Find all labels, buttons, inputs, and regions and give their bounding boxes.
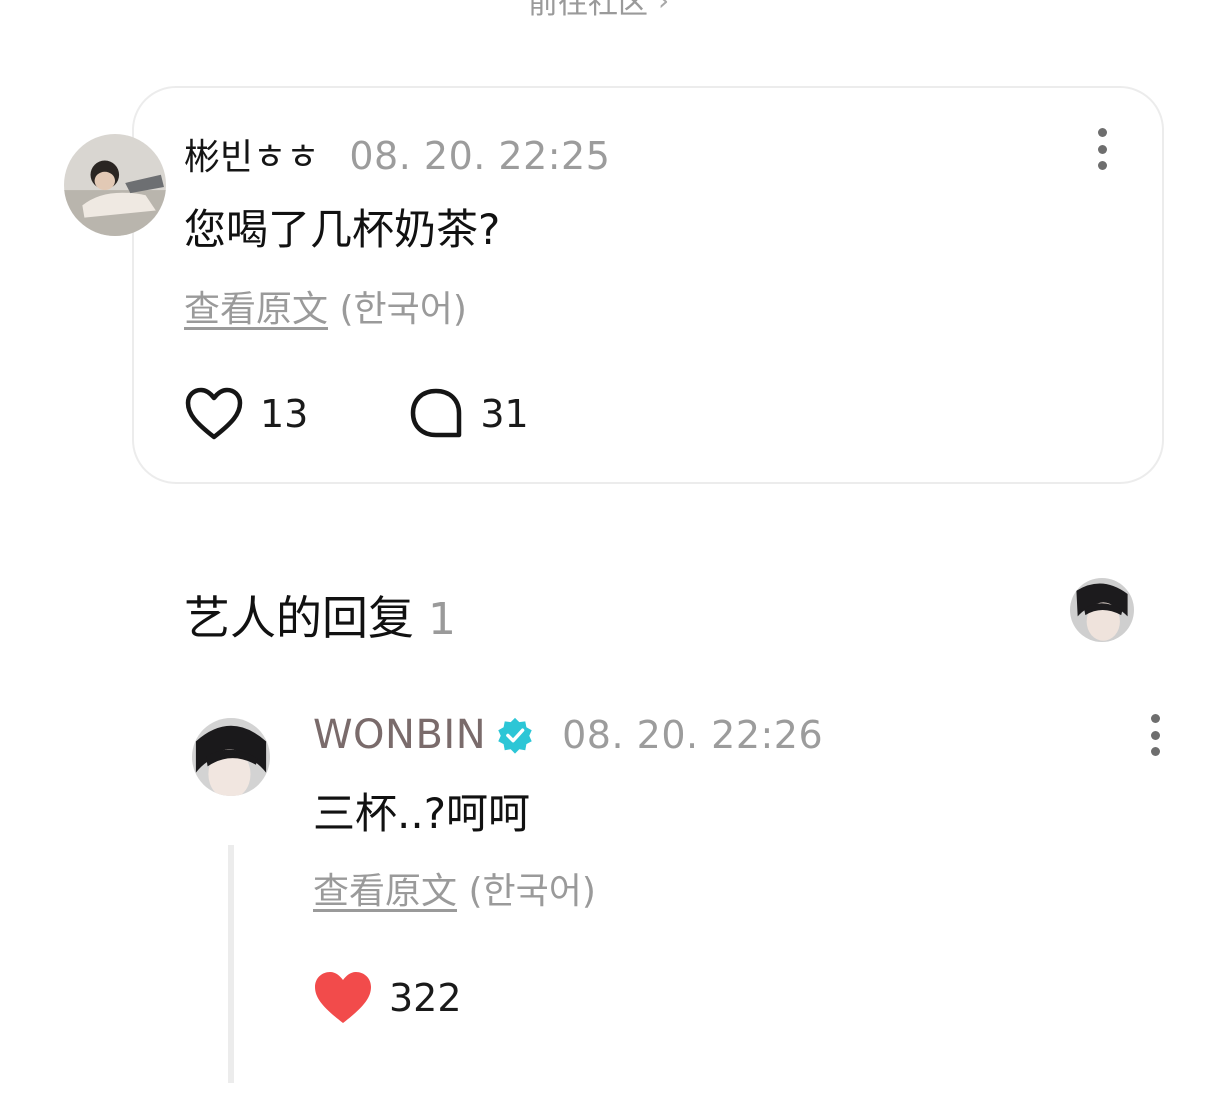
reply-translate-row: 查看原文 (한국어) — [313, 862, 596, 914]
reply-view-original-link[interactable]: 查看原文 — [313, 871, 457, 912]
reply-author-name[interactable]: WONBIN — [313, 712, 486, 758]
post-comment-count: 31 — [480, 392, 529, 436]
artist-replies-title: 艺人的回复 — [184, 591, 414, 645]
reply-more-menu-icon[interactable] — [1143, 714, 1167, 756]
post-view-original-link[interactable]: 查看原文 — [184, 289, 328, 330]
post-like-button[interactable]: 13 — [184, 386, 308, 442]
go-to-community-link[interactable]: 前往社区 › — [528, 0, 669, 22]
reply-original-language: (한국어) — [468, 871, 596, 912]
post-actions: 13 31 — [184, 386, 529, 442]
go-to-community-label: 前往社区 — [528, 0, 648, 21]
reply-like-count: 322 — [389, 976, 462, 1020]
heart-filled-icon — [315, 972, 371, 1023]
verified-badge-icon — [498, 717, 532, 754]
reply-text: 三杯..?呵呵 — [313, 789, 530, 838]
reply-like-button[interactable]: 322 — [313, 970, 462, 1026]
post-timestamp: 08. 20. 22:25 — [349, 134, 611, 178]
post-like-count: 13 — [260, 392, 309, 436]
post-text: 您喝了几杯奶茶? — [184, 205, 501, 254]
post-author-avatar[interactable] — [64, 134, 166, 236]
post-comment-button[interactable]: 31 — [408, 386, 529, 442]
post-header: 彬빈ㅎㅎ 08. 20. 22:25 — [184, 128, 610, 178]
post-original-language: (한국어) — [339, 289, 467, 330]
reply-header: WONBIN 08. 20. 22:26 — [313, 712, 823, 758]
reply-author-avatar[interactable] — [192, 718, 270, 796]
speech-bubble-icon — [411, 388, 462, 438]
chevron-right-icon: › — [658, 0, 670, 17]
post-translate-row: 查看原文 (한국어) — [184, 280, 467, 332]
reply-actions: 322 — [313, 970, 462, 1026]
thread-divider — [228, 845, 234, 1083]
artist-avatar-small[interactable] — [1070, 578, 1134, 642]
heart-outline-icon — [185, 387, 243, 440]
post-more-menu-icon[interactable] — [1090, 128, 1114, 170]
artist-replies-header: 艺人的回复 1 — [184, 582, 456, 648]
artist-replies-count: 1 — [428, 594, 456, 645]
reply-timestamp: 08. 20. 22:26 — [562, 713, 824, 757]
post-author-name[interactable]: 彬빈ㅎㅎ — [184, 128, 319, 180]
